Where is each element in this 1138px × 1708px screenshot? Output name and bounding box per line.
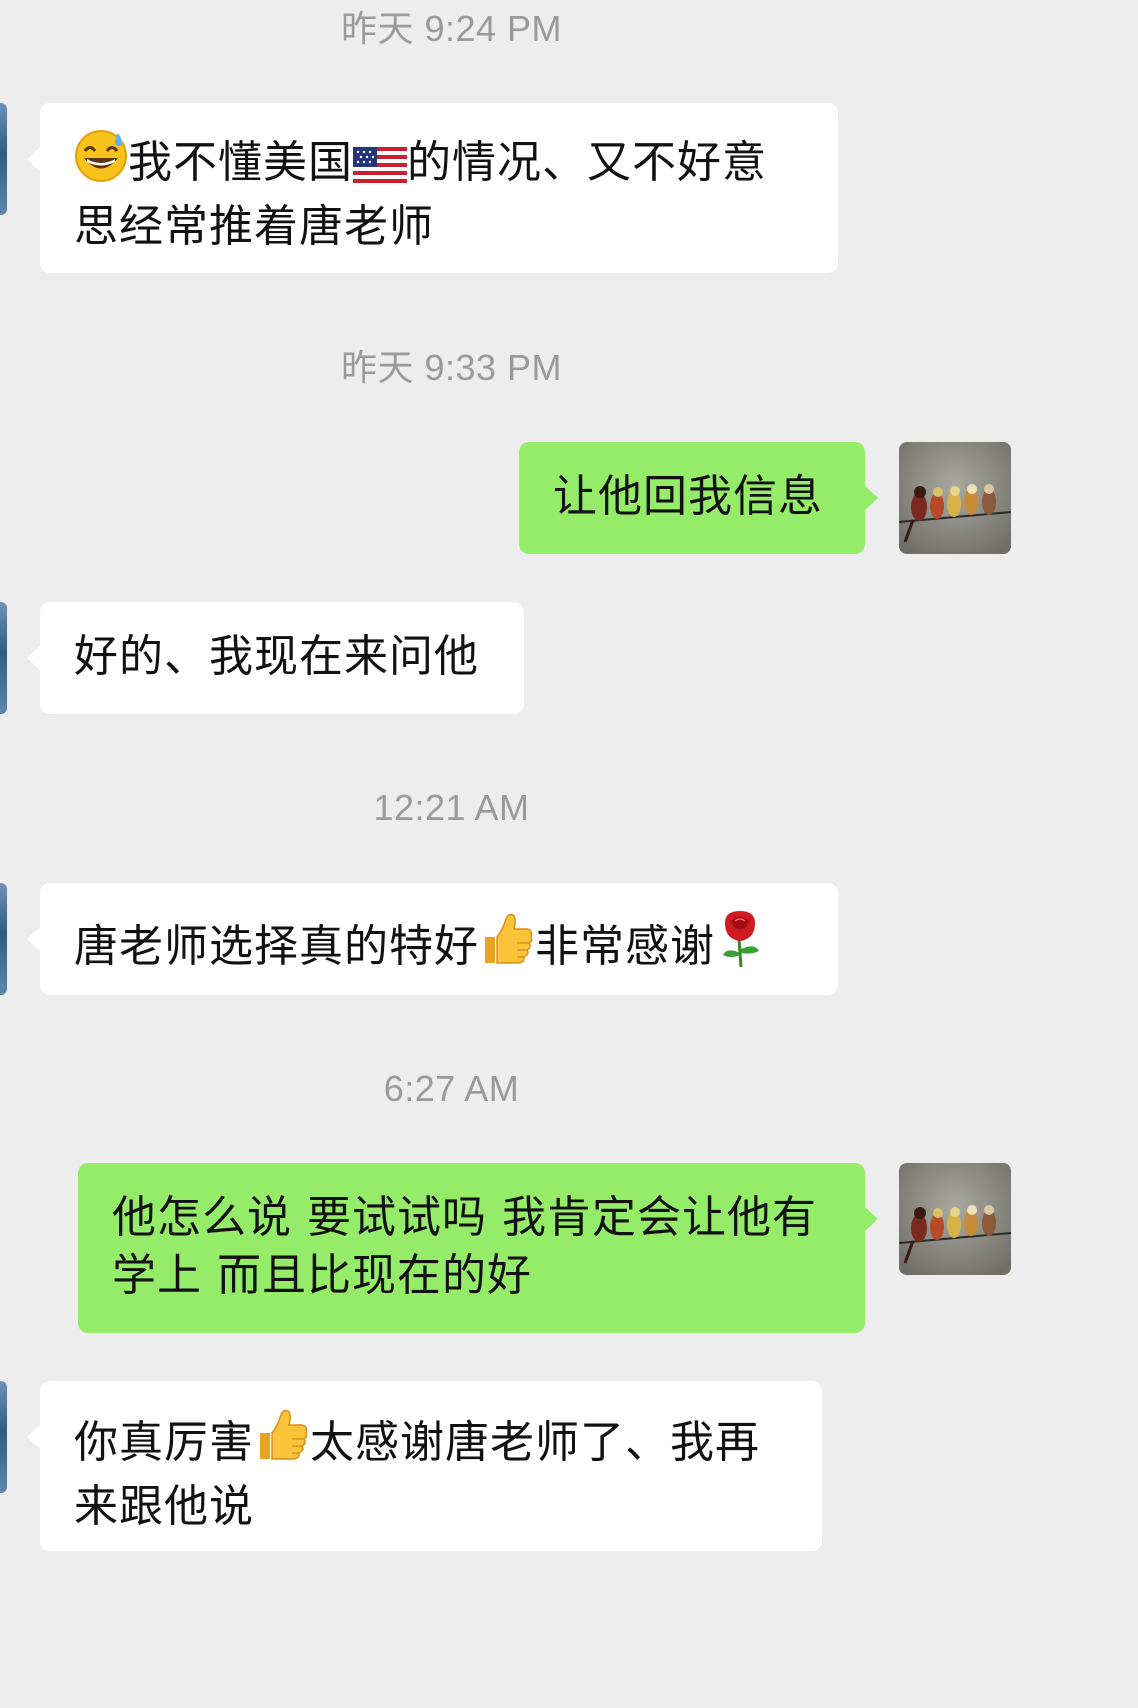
message-bubble-outgoing[interactable]: 他怎么说 要试试吗 我肯定会让他有 学上 而且比现在的好 (78, 1163, 878, 1333)
message-bubble-outgoing[interactable]: 让他回我信息 (519, 442, 878, 554)
message-bubble-incoming[interactable]: 我不懂美国 的情况、又不好意 思经常推着唐老师 (27, 103, 838, 273)
us-flag-icon (353, 140, 407, 198)
timestamp: 昨天 9:24 PM (340, 8, 563, 49)
timestamp: 昨天 9:33 PM (340, 347, 563, 388)
message-text: 他怎么说 要试试吗 我肯定会让他有 (112, 1192, 817, 1243)
birds-on-wire-icon (899, 442, 1011, 554)
message-text: 来跟他说 (74, 1481, 254, 1532)
my-avatar[interactable] (899, 442, 1011, 554)
grinning-sweat-icon (74, 129, 128, 198)
timestamp: 12:21 AM (373, 787, 530, 828)
rose-icon (715, 909, 765, 982)
chat-thread[interactable]: 昨天 9:24 PM 我不懂美国 的情况、又不好意 思经常推着唐老师 昨天 9:… (0, 0, 1138, 1708)
message-text: 思经常推着唐老师 (74, 201, 434, 252)
message-bubble-incoming[interactable]: 你真厉害 太感谢唐老师了、我再 来跟他说 (27, 1381, 822, 1551)
contact-avatar[interactable] (0, 1381, 7, 1493)
message-text: 太感谢唐老师了、我再 (310, 1417, 760, 1468)
contact-avatar[interactable] (0, 103, 7, 215)
message-text: 学上 而且比现在的好 (112, 1250, 532, 1301)
message-text: 你真厉害 (74, 1417, 254, 1468)
thumbs-up-icon (254, 1407, 310, 1478)
my-avatar[interactable] (899, 1163, 1011, 1275)
message-text: 唐老师选择真的特好 (74, 921, 479, 972)
thumbs-up-icon (479, 911, 535, 982)
message-text: 非常感谢 (535, 921, 715, 972)
contact-avatar[interactable] (0, 883, 7, 995)
message-bubble-incoming[interactable]: 唐老师选择真的特好 非常感谢 (27, 883, 838, 995)
message-text: 我不懂美国 (128, 137, 353, 188)
message-text: 让他回我信息 (553, 471, 823, 522)
message-text: 好的、我现在来问他 (74, 631, 479, 682)
timestamp: 6:27 AM (383, 1068, 520, 1109)
message-bubble-incoming[interactable]: 好的、我现在来问他 (27, 602, 524, 714)
birds-on-wire-icon (899, 1163, 1011, 1275)
contact-avatar[interactable] (0, 602, 7, 714)
message-text: 的情况、又不好意 (407, 137, 767, 188)
